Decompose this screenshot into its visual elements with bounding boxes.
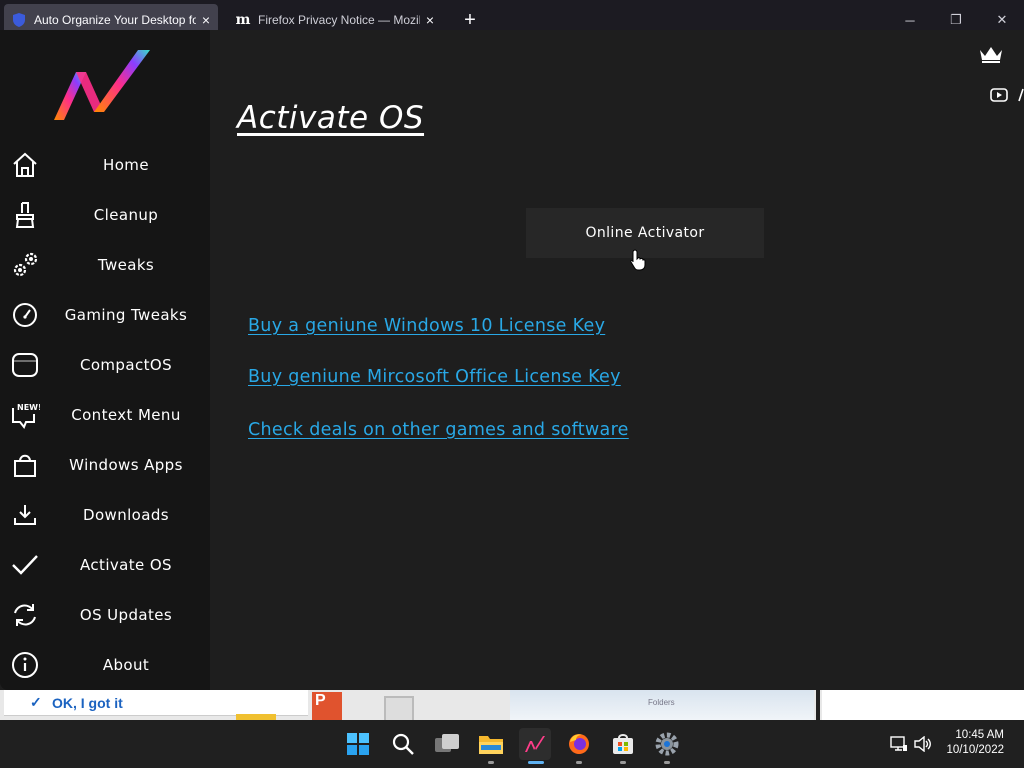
sidebar-item-label: Cleanup xyxy=(93,206,159,224)
checkmark-icon xyxy=(10,550,40,580)
main-content: Activate OS Online Activator Buy a geniu… xyxy=(210,30,1024,690)
powerpoint-thumbnail-icon: P xyxy=(312,692,342,720)
new-tab-button[interactable]: + xyxy=(458,8,482,32)
sidebar-item-label: Tweaks xyxy=(97,256,155,274)
minimize-button[interactable]: ─ xyxy=(898,10,922,30)
close-icon[interactable]: × xyxy=(426,12,434,28)
crown-icon[interactable] xyxy=(978,44,1004,64)
sidebar-item-cleanup[interactable]: Cleanup xyxy=(0,192,210,238)
sidebar-item-activate-os[interactable]: Activate OS xyxy=(0,542,210,588)
restore-button[interactable]: ❐ xyxy=(944,10,968,30)
window-close-button[interactable]: ✕ xyxy=(990,10,1014,30)
sidebar-item-label: Windows Apps xyxy=(69,456,183,474)
optimizer-app-window: Home Cleanup Tweaks Gaming Tweaks Compac… xyxy=(0,30,1024,690)
link-buy-windows-key[interactable]: Buy a geniune Windows 10 License Key xyxy=(248,316,605,336)
app-logo xyxy=(54,50,150,120)
taskbar: 10:45 AM 10/10/2022 xyxy=(0,720,1024,768)
folders-label: Folders xyxy=(648,698,675,707)
explorer-thumbnail: Folders xyxy=(510,690,814,720)
settings-icon[interactable] xyxy=(651,728,683,764)
optimizer-app-icon[interactable] xyxy=(519,728,551,764)
tab-title: Auto Organize Your Desktop fo xyxy=(34,13,196,27)
shield-icon xyxy=(12,13,26,27)
network-icon[interactable] xyxy=(888,734,910,754)
running-indicator xyxy=(620,761,626,764)
sidebar-item-label: Home xyxy=(103,156,149,174)
sidebar-item-label: OS Updates xyxy=(79,606,173,624)
document-thumbnail-icon xyxy=(384,696,414,720)
shopping-bag-icon xyxy=(10,450,40,480)
page-title: Activate OS xyxy=(237,100,425,136)
firefox-icon[interactable] xyxy=(563,728,595,764)
sidebar-item-downloads[interactable]: Downloads xyxy=(0,492,210,538)
sidebar-item-label: Activate OS xyxy=(80,556,172,574)
sidebar-item-os-updates[interactable]: OS Updates xyxy=(0,592,210,638)
download-icon xyxy=(10,500,40,530)
windows-start-icon[interactable] xyxy=(342,728,374,760)
file-explorer-icon[interactable] xyxy=(475,728,507,764)
search-icon[interactable] xyxy=(387,728,419,760)
broom-icon xyxy=(10,200,40,230)
tab-title: Firefox Privacy Notice — Mozill xyxy=(258,13,420,27)
new-chat-bubble-icon: NEW! xyxy=(10,400,40,430)
divider xyxy=(816,690,820,720)
link-buy-office-key[interactable]: Buy geniune Mircosoft Office License Key xyxy=(248,367,621,387)
sidebar-item-label: Context Menu xyxy=(71,406,181,424)
sidebar-item-windows-apps[interactable]: Windows Apps xyxy=(0,442,210,488)
sidebar-item-tweaks[interactable]: Tweaks xyxy=(0,242,210,288)
sidebar: Home Cleanup Tweaks Gaming Tweaks Compac… xyxy=(0,30,210,690)
system-clock[interactable]: 10:45 AM 10/10/2022 xyxy=(946,728,1004,758)
sidebar-item-gaming-tweaks[interactable]: Gaming Tweaks xyxy=(0,292,210,338)
hand-pointer-cursor-icon xyxy=(630,249,646,271)
youtube-icon[interactable] xyxy=(990,88,1008,102)
running-indicator xyxy=(664,761,670,764)
sidebar-item-home[interactable]: Home xyxy=(0,142,210,188)
home-icon xyxy=(10,150,40,180)
speedometer-icon xyxy=(10,300,40,330)
running-indicator xyxy=(488,761,494,764)
sidebar-item-label: Downloads xyxy=(83,506,169,524)
desktop-background-strip: ✓ OK, I got it P Folders xyxy=(0,690,1024,720)
sidebar-item-label: Gaming Tweaks xyxy=(64,306,188,324)
got-it-text: OK, I got it xyxy=(52,694,123,711)
window-thumbnail xyxy=(822,690,1024,720)
compact-square-icon xyxy=(10,350,40,380)
got-it-banner[interactable]: ✓ OK, I got it xyxy=(4,690,308,716)
refresh-icon xyxy=(10,600,40,630)
close-icon[interactable]: × xyxy=(202,12,210,28)
active-indicator xyxy=(528,761,544,764)
gears-icon xyxy=(10,250,40,280)
info-icon xyxy=(10,650,40,680)
checkmark-icon: ✓ xyxy=(30,694,42,710)
svg-text:NEW!: NEW! xyxy=(17,403,40,412)
mozilla-m-icon: m xyxy=(235,12,251,28)
clock-time: 10:45 AM xyxy=(955,729,1004,741)
sidebar-item-about[interactable]: About xyxy=(0,642,210,688)
store-icon[interactable] xyxy=(607,728,639,764)
link-check-deals[interactable]: Check deals on other games and software xyxy=(248,420,629,440)
sidebar-item-label: About xyxy=(102,656,150,674)
sidebar-item-label: CompactOS xyxy=(79,356,173,374)
social-icon[interactable] xyxy=(1018,88,1024,102)
clock-date: 10/10/2022 xyxy=(946,744,1004,756)
sidebar-item-compactos[interactable]: CompactOS xyxy=(0,342,210,388)
volume-icon[interactable] xyxy=(912,734,934,754)
task-view-icon[interactable] xyxy=(431,728,463,760)
sidebar-item-context-menu[interactable]: NEW! Context Menu xyxy=(0,392,210,438)
running-indicator xyxy=(576,761,582,764)
